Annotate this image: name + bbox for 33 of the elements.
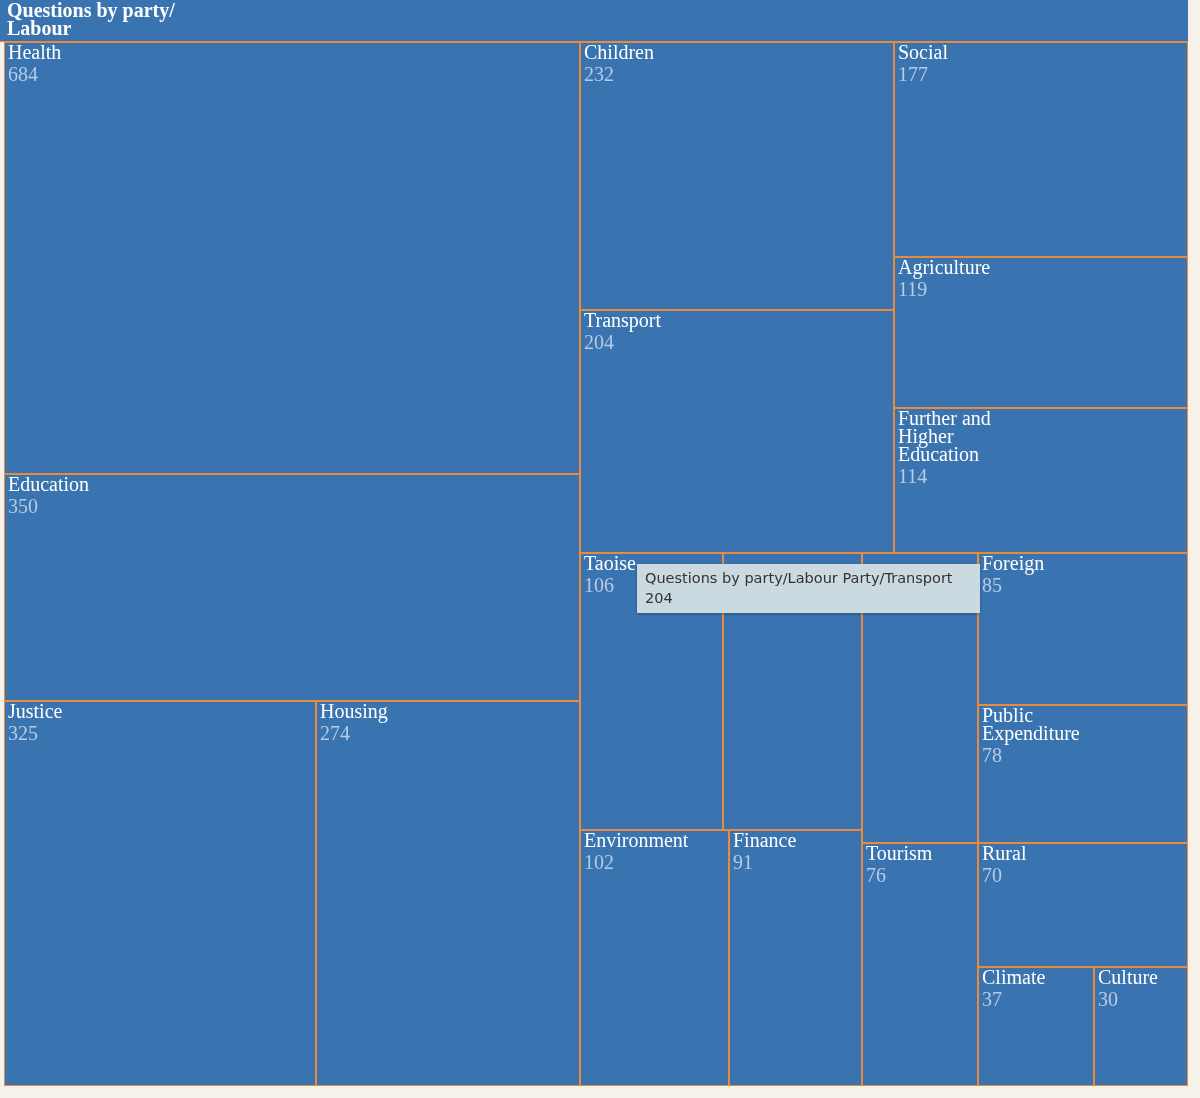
tile-value: 119 — [898, 278, 928, 301]
tile-label: Climate — [982, 968, 1046, 986]
tile-label: Justice — [8, 702, 63, 720]
tile-label: Rural — [982, 844, 1027, 862]
tile-label: Children — [584, 43, 654, 61]
tooltip-value: 204 — [645, 589, 674, 608]
tile-value: 325 — [8, 721, 38, 745]
tile-value: 70 — [982, 863, 1002, 887]
tile-value: 78 — [982, 744, 1002, 767]
tile-value: 102 — [584, 850, 614, 874]
tile-value: 85 — [982, 574, 1002, 597]
tile-label: Taoise — [584, 554, 636, 572]
tile-label: Finance — [733, 831, 797, 849]
tile-label: Culture — [1098, 968, 1158, 986]
tile-value: 114 — [898, 464, 928, 488]
tile-value: 37 — [982, 987, 1002, 1011]
tile-label: Social — [898, 43, 948, 61]
tile-value: 204 — [584, 331, 614, 354]
tile-value: 91 — [733, 850, 753, 874]
tile-value: 684 — [8, 62, 38, 86]
breadcrumb-title: Questions by party/Labour — [7, 1, 175, 37]
tile-value: 106 — [584, 573, 614, 597]
tile-value: 274 — [320, 722, 350, 745]
tile-value: 350 — [8, 494, 38, 518]
tile-label: Tourism — [866, 844, 933, 862]
tile-label: Health — [8, 43, 62, 61]
tile-value: 177 — [898, 62, 928, 86]
tile-label: Environment — [584, 831, 689, 849]
tile-label: Further and Higher Education — [898, 409, 992, 463]
tile-label: Education — [8, 475, 90, 493]
tile-value: 30 — [1098, 987, 1118, 1011]
tile-value: 76 — [866, 863, 886, 887]
tile-value: 232 — [584, 62, 614, 86]
